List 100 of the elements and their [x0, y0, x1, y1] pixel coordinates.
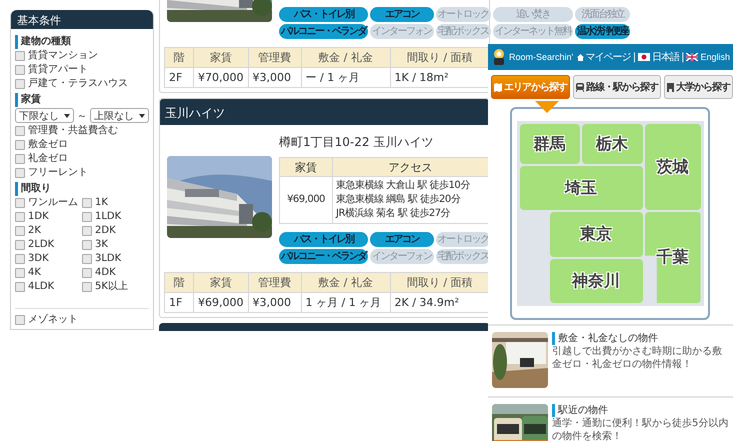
table-header: 管理費 [248, 48, 301, 68]
checkbox-label[interactable]: ワンルーム [28, 196, 78, 210]
checkbox-label[interactable]: メゾネット [28, 313, 78, 327]
listing-title[interactable]: 玉川ハイツ [160, 99, 489, 125]
checkbox-label[interactable]: 3LDK [95, 252, 122, 266]
table-header: 敷金 / 礼金 [301, 48, 390, 68]
home-icon [576, 54, 584, 60]
checkbox-label[interactable]: 礼金ゼロ [28, 152, 68, 166]
feature-tag: インターフォン [370, 24, 434, 39]
feature-tag: バルコニー・ベランダ [279, 249, 368, 264]
table-header: 家賃 [194, 272, 248, 292]
checkbox-label[interactable]: 2LDK [28, 238, 54, 252]
feature-description: 通学・通勤に便利！駅から徒歩5分以内の物件を検索！ [552, 417, 729, 441]
table-cell: ¥69,000 [280, 176, 332, 224]
checkbox-label[interactable]: 3K [95, 238, 108, 252]
checkbox[interactable] [15, 240, 25, 250]
checkbox[interactable] [82, 212, 92, 222]
checkbox-label[interactable]: 5K以上 [95, 280, 128, 294]
feature-tag: オートロック [436, 7, 490, 22]
table-header: 家賃 [280, 158, 332, 176]
table-cell: ¥69,000 [194, 292, 248, 312]
checkbox[interactable] [82, 240, 92, 250]
checkbox[interactable] [15, 198, 25, 208]
checkbox[interactable] [15, 212, 25, 222]
section-heading: 家賃 [15, 93, 149, 107]
header-link[interactable]: 日本語 [652, 50, 680, 64]
checkbox[interactable] [82, 226, 92, 236]
flag-icon [686, 53, 698, 61]
checkbox[interactable] [15, 226, 25, 236]
table-header: 階 [164, 272, 194, 292]
feature-tag: 宅配ボックス [436, 24, 490, 39]
feature-tag: オートロック [436, 232, 490, 247]
prefecture-tile[interactable]: 千葉 [644, 212, 700, 303]
checkbox-label[interactable]: 敷金ゼロ [28, 138, 68, 152]
feature-tag: 温水洗浄便座 [575, 24, 630, 39]
header-link[interactable]: English [700, 52, 730, 62]
feature-tag: 洗面台独立 [575, 7, 630, 22]
access-line: JR横浜線 菊名 駅 徒歩27分 [336, 207, 452, 221]
header-link[interactable]: マイページ [586, 50, 631, 64]
feature-tag: 追い焚き [492, 7, 573, 22]
prefecture-tile[interactable]: 東京 [550, 212, 642, 257]
checkbox-label[interactable]: 2DK [95, 224, 116, 238]
checkbox-label[interactable]: 4K [28, 266, 41, 280]
checkbox[interactable] [15, 126, 25, 136]
prefecture-tile[interactable]: 埼玉 [520, 166, 642, 210]
checkbox[interactable] [15, 254, 25, 264]
map-icon [494, 82, 502, 92]
search-tab[interactable]: 大学から探す [664, 75, 733, 99]
feature-title[interactable]: 敷金・礼金なしの物件 [552, 332, 729, 345]
link-separator: | [632, 52, 636, 62]
checkbox-label[interactable]: 1K [95, 196, 108, 210]
building-icon [667, 82, 674, 92]
tab-pointer-icon [535, 101, 559, 113]
checkbox[interactable] [82, 198, 92, 208]
table-header: 家賃 [194, 48, 248, 68]
feature-tag: インターフォン [370, 249, 434, 264]
feature-title[interactable]: 駅近の物件 [552, 404, 729, 417]
checkbox[interactable] [15, 51, 25, 61]
checkbox-label[interactable]: 3DK [28, 252, 49, 266]
select-field[interactable]: 上限なし [90, 108, 149, 123]
checkbox[interactable] [15, 168, 25, 178]
search-tab[interactable]: 路線・駅から探す [573, 75, 661, 99]
prefecture-tile[interactable]: 群馬 [520, 124, 580, 164]
checkbox[interactable] [15, 268, 25, 278]
feature-tag: インターネット無料 [492, 24, 573, 39]
checkbox[interactable] [82, 282, 92, 292]
prefecture-tile[interactable]: 茨城 [644, 124, 700, 210]
checkbox[interactable] [15, 154, 25, 164]
feature-tag: バス・トイレ別 [279, 232, 368, 247]
checkbox-label[interactable]: 2K [28, 224, 41, 238]
mascot-icon [491, 48, 507, 66]
prefecture-tile[interactable]: 栃木 [582, 124, 642, 164]
checkbox-label[interactable]: 4DK [95, 266, 116, 280]
checkbox[interactable] [15, 79, 25, 89]
checkbox-label[interactable]: 戸建て・テラスハウス [28, 77, 128, 91]
select-field[interactable]: 下限なし [15, 108, 74, 123]
feature-tag: エアコン [370, 232, 434, 247]
checkbox[interactable] [15, 65, 25, 75]
checkbox-label[interactable]: 1LDK [95, 210, 122, 224]
feature-description: 引越しで出費がかさむ時期に助かる敷金ゼロ・礼金ゼロの物件情報！ [552, 345, 723, 371]
checkbox-label[interactable]: 管理費・共益費含む [28, 124, 118, 138]
checkbox-label[interactable]: 4LDK [28, 280, 54, 294]
brand-name[interactable]: Room-Searchin' [509, 52, 574, 62]
table-cell: 1 ヶ月 / 1 ヶ月 [301, 292, 390, 312]
checkbox-label[interactable]: フリーレント [28, 166, 88, 180]
feature-tag: 宅配ボックス [436, 249, 490, 264]
caret-icon [139, 114, 145, 118]
checkbox[interactable] [82, 254, 92, 264]
prefecture-tile[interactable]: 神奈川 [550, 259, 642, 303]
checkbox-label[interactable]: 賃貸アパート [28, 63, 88, 77]
caret-icon [64, 114, 70, 118]
table-cell: ¥3,000 [248, 292, 301, 312]
checkbox-label[interactable]: 賃貸マンション [28, 49, 98, 63]
checkbox[interactable] [15, 140, 25, 150]
checkbox[interactable] [15, 315, 25, 325]
checkbox-label[interactable]: 1DK [28, 210, 49, 224]
checkbox[interactable] [82, 268, 92, 278]
table-cell: 2F [164, 68, 194, 88]
access-line: 東急東横線 綱島 駅 徒歩20分 [336, 193, 462, 207]
checkbox[interactable] [15, 282, 25, 292]
